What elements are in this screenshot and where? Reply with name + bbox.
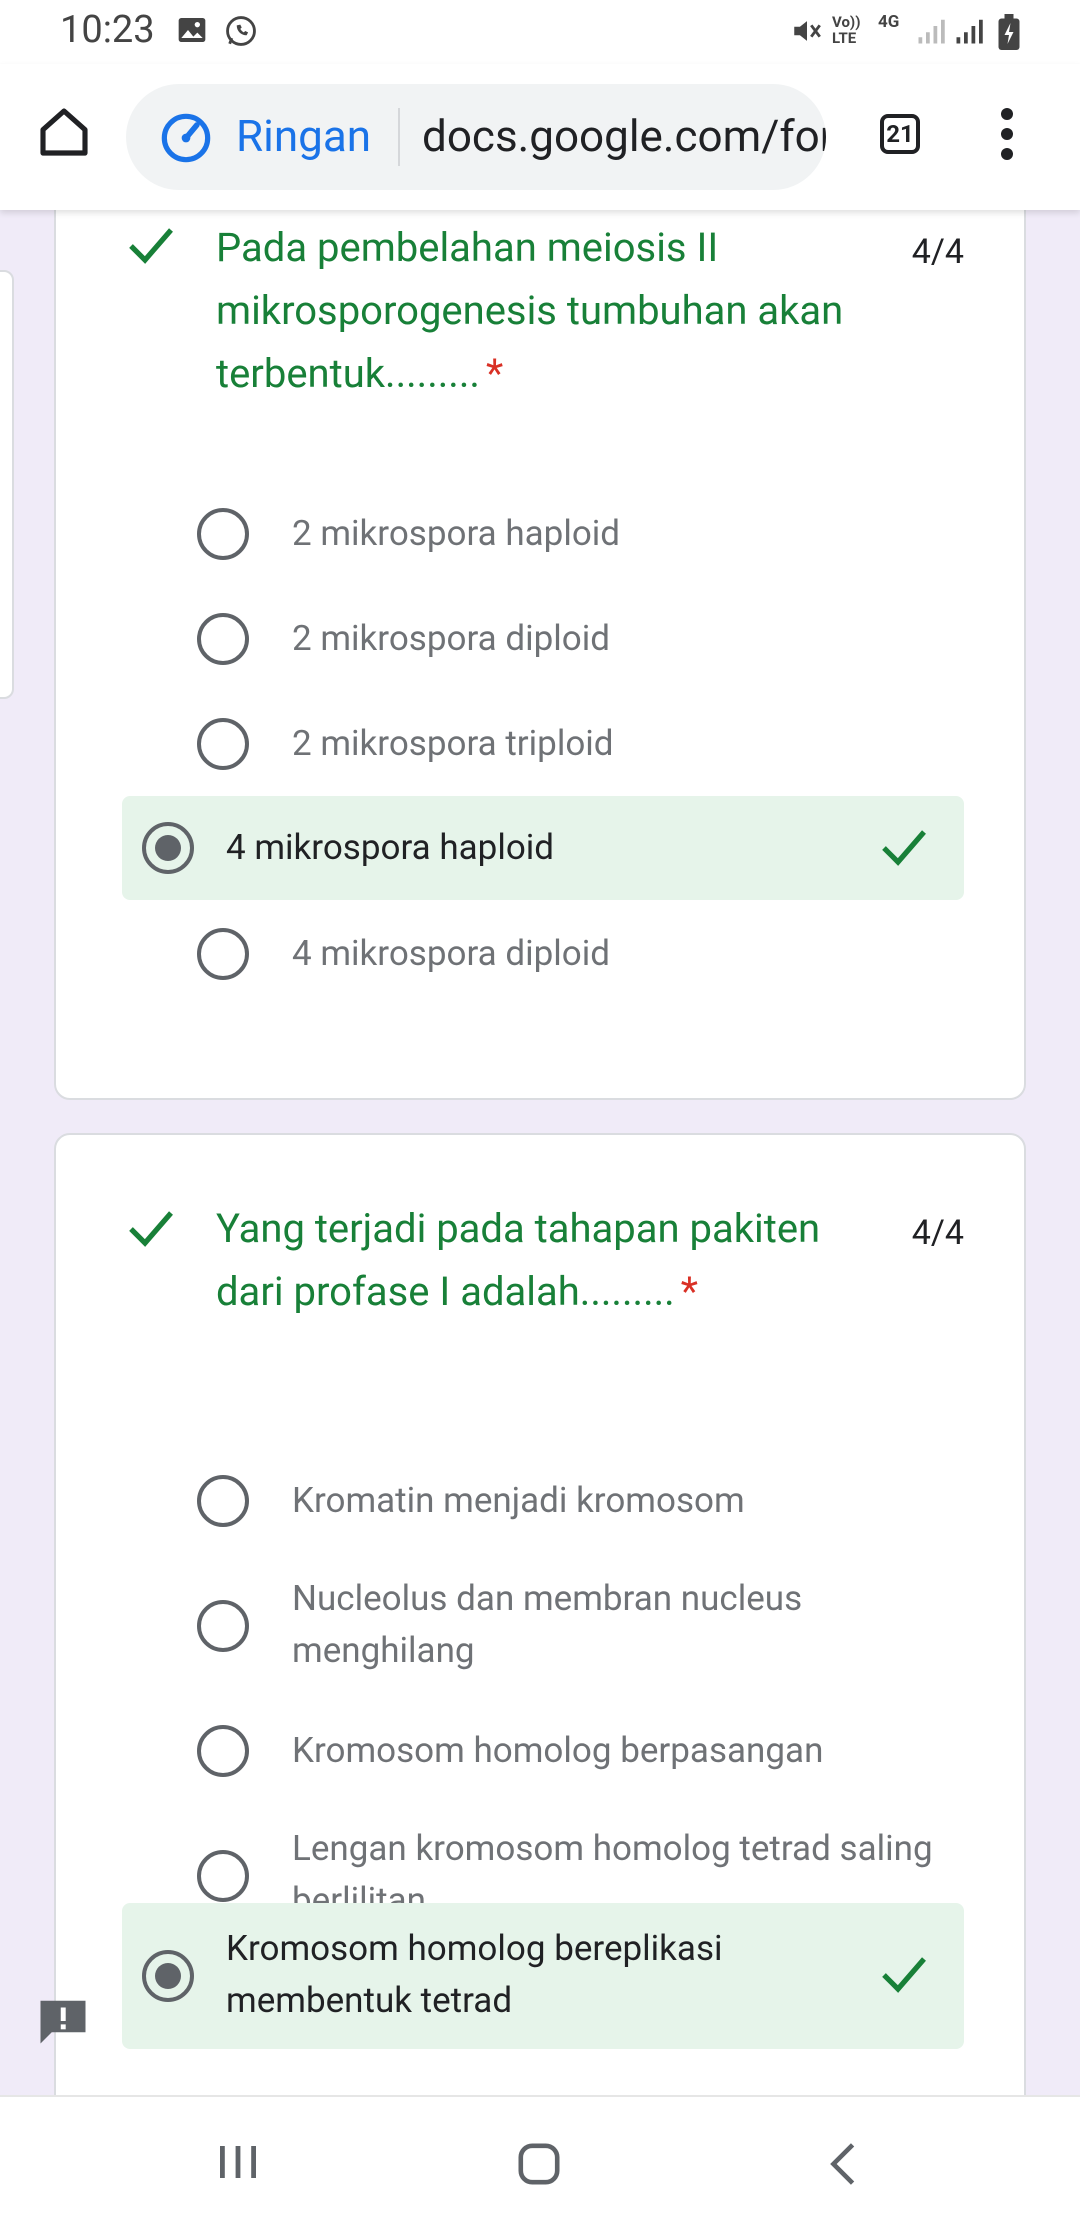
back-nav-icon[interactable]: [826, 2141, 860, 2187]
question-text: Pada pembelahan meiosis II mikrosporogen…: [216, 224, 844, 397]
4g-icon: 4G: [878, 12, 900, 32]
lite-mode-label[interactable]: Ringan: [236, 110, 371, 162]
image-icon: [178, 18, 206, 42]
whatsapp-icon: [226, 16, 256, 46]
system-navigation-bar: [0, 2095, 1080, 2222]
question-title: Yang terjadi pada tahapan pakiten dari p…: [216, 1197, 896, 1323]
radio-button[interactable]: [197, 718, 249, 770]
option-item[interactable]: 2 mikrospora triploid: [122, 692, 964, 796]
question-title: Pada pembelahan meiosis II mikrosporogen…: [216, 216, 896, 405]
question-card: Pada pembelahan meiosis II mikrosporogen…: [54, 140, 1026, 1100]
radio-button[interactable]: [197, 508, 249, 560]
signal-icon: [956, 19, 983, 44]
option-label: Kromatin menjadi kromosom: [292, 1480, 745, 1521]
home-nav-icon[interactable]: [516, 2141, 562, 2187]
radio-button[interactable]: [197, 1725, 249, 1777]
option-item-selected[interactable]: Kromosom homolog bereplikasi membentuk t…: [122, 1903, 964, 2049]
radio-button-checked[interactable]: [142, 1950, 194, 2002]
radio-button[interactable]: [197, 1600, 249, 1652]
option-label: 4 mikrospora haploid: [226, 827, 555, 868]
question-score: 4/4: [911, 1213, 964, 1253]
correct-answer-check-icon: [882, 830, 926, 866]
option-item[interactable]: 2 mikrospora haploid: [122, 482, 964, 586]
status-time: 10:23: [60, 8, 155, 52]
option-item[interactable]: 2 mikrospora diploid: [122, 587, 964, 691]
question-card: Yang terjadi pada tahapan pakiten dari p…: [54, 1133, 1026, 2143]
correct-check-icon: [129, 228, 173, 264]
option-label: Kromosom homolog bereplikasi membentuk t…: [226, 1928, 723, 2021]
option-label: 2 mikrospora haploid: [292, 513, 621, 554]
radio-button[interactable]: [197, 928, 249, 980]
option-label: 2 mikrospora diploid: [292, 618, 610, 659]
more-menu-icon[interactable]: [992, 102, 1022, 166]
option-label: 2 mikrospora triploid: [292, 723, 614, 764]
required-mark: *: [680, 1268, 698, 1315]
option-item-selected[interactable]: 4 mikrospora haploid: [122, 796, 964, 900]
mute-icon: [794, 21, 821, 41]
correct-check-icon: [129, 1211, 173, 1247]
home-icon[interactable]: [36, 104, 92, 160]
option-item[interactable]: Nucleolus dan membran nucleus menghilang: [122, 1553, 964, 1699]
correct-answer-check-icon: [882, 1957, 926, 1993]
battery-charging-icon: [998, 14, 1020, 50]
report-feedback-icon[interactable]: [36, 1996, 90, 2046]
signal-icon: [918, 19, 945, 44]
status-bar: 10:23 Vo)) LTE 4G: [0, 0, 1080, 64]
address-bar[interactable]: Ringan docs.google.com/forms: [126, 84, 826, 190]
url-text[interactable]: docs.google.com/forms: [422, 110, 826, 162]
option-label: 4 mikrospora diploid: [292, 933, 610, 974]
question-score: 4/4: [911, 232, 964, 272]
lite-mode-icon[interactable]: [160, 112, 212, 164]
browser-toolbar: Ringan docs.google.com/forms 21: [0, 64, 1080, 210]
option-item[interactable]: Kromosom homolog berpasangan: [122, 1699, 964, 1803]
side-panel-edge: [0, 270, 14, 699]
radio-button-checked[interactable]: [142, 822, 194, 874]
volte-icon: Vo)) LTE: [832, 13, 861, 47]
question-text: Yang terjadi pada tahapan pakiten dari p…: [216, 1205, 821, 1315]
radio-button[interactable]: [197, 1475, 249, 1527]
option-label: Nucleolus dan membran nucleus menghilang: [292, 1578, 803, 1671]
recent-apps-icon[interactable]: [216, 2141, 260, 2183]
required-mark: *: [485, 350, 504, 397]
omnibox-divider: [398, 108, 400, 166]
option-item[interactable]: Kromatin menjadi kromosom: [122, 1449, 964, 1553]
option-item[interactable]: 4 mikrospora diploid: [122, 902, 964, 1006]
option-label: Kromosom homolog berpasangan: [292, 1730, 824, 1771]
radio-button[interactable]: [197, 613, 249, 665]
tab-switcher-button[interactable]: 21: [880, 114, 920, 154]
radio-button[interactable]: [197, 1850, 249, 1902]
